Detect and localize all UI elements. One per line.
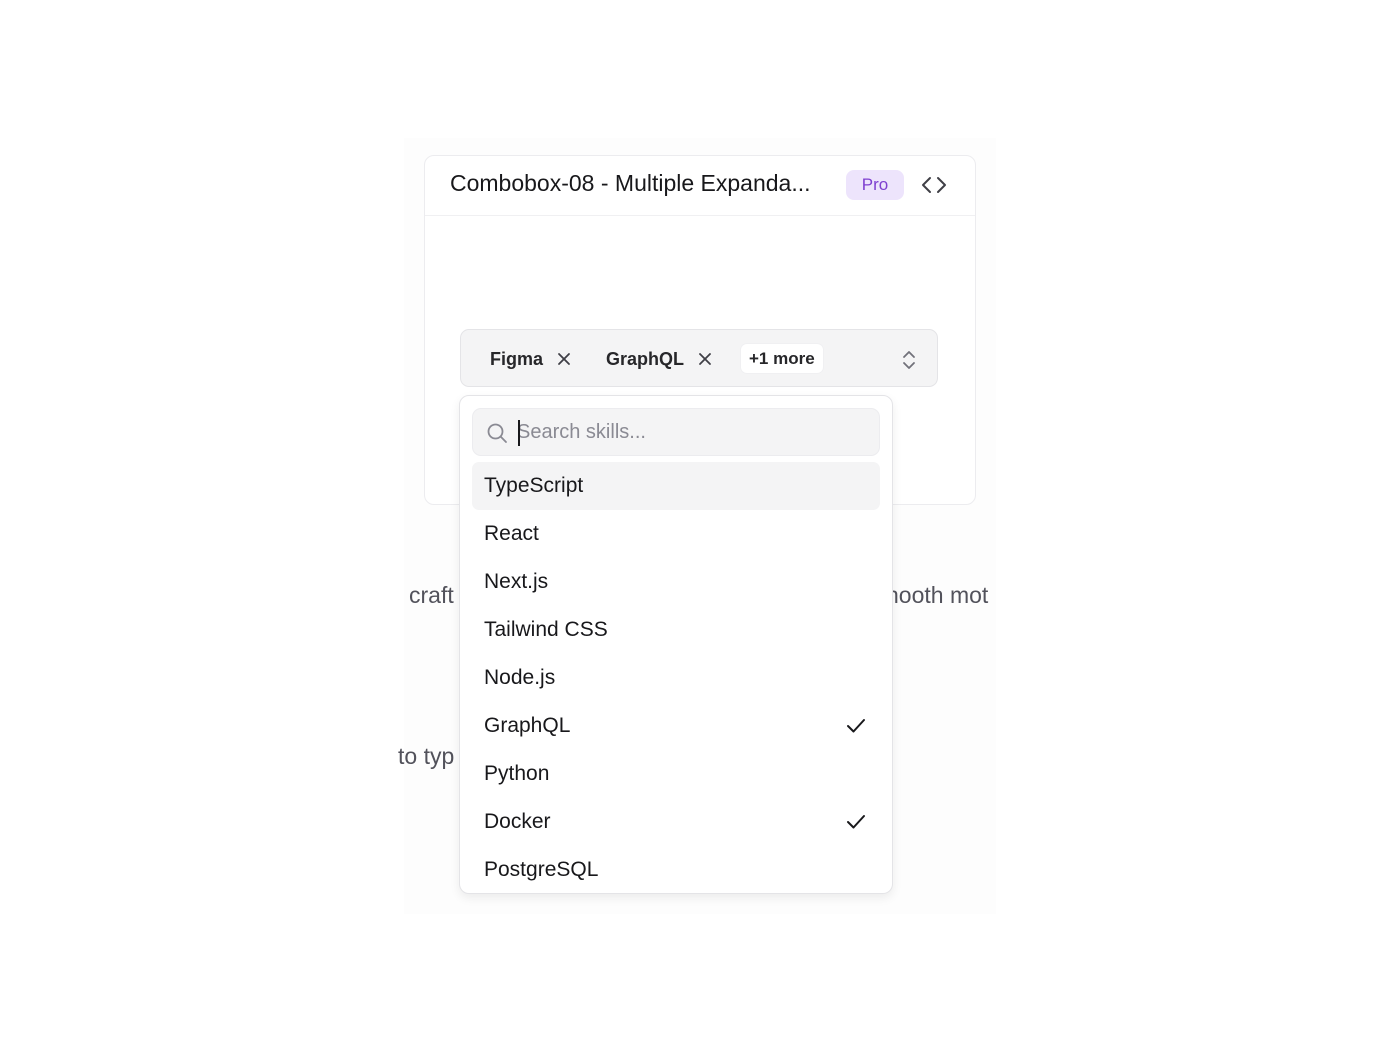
chevron-up-down-icon <box>903 351 915 369</box>
text-caret <box>518 420 520 446</box>
option-label: PostgreSQL <box>484 858 599 881</box>
skills-dropdown: TypeScript React Next.js Tailwind CSS No… <box>459 395 893 894</box>
skills-combobox-trigger[interactable]: Figma GraphQL +1 more <box>460 329 938 387</box>
option-nextjs[interactable]: Next.js <box>472 558 880 606</box>
option-tailwind-css[interactable]: Tailwind CSS <box>472 606 880 654</box>
search-input[interactable] <box>517 417 867 447</box>
search-icon <box>487 423 507 443</box>
chip-label: Figma <box>490 348 544 369</box>
selected-chip-figma: Figma <box>490 344 571 374</box>
option-react[interactable]: React <box>472 510 880 558</box>
remove-chip-close-icon[interactable] <box>557 352 571 366</box>
chip-label: GraphQL <box>606 348 685 369</box>
option-label: GraphQL <box>484 714 571 737</box>
option-label: React <box>484 522 539 545</box>
more-chips-button[interactable]: +1 more <box>741 344 823 373</box>
option-label: Python <box>484 762 550 785</box>
selected-chip-graphql: GraphQL <box>606 344 712 374</box>
option-nodejs[interactable]: Node.js <box>472 654 880 702</box>
background-text-craft: craft <box>409 582 454 608</box>
option-python[interactable]: Python <box>472 750 880 798</box>
option-typescript[interactable]: TypeScript <box>472 462 880 510</box>
option-label: TypeScript <box>484 474 584 497</box>
background-text-type: to typ <box>398 743 455 769</box>
option-label: Tailwind CSS <box>484 618 608 641</box>
search-box <box>472 408 880 456</box>
card-header: Combobox-08 - Multiple Expanda... Pro <box>425 156 975 216</box>
remove-chip-close-icon[interactable] <box>698 352 712 366</box>
option-docker[interactable]: Docker <box>472 798 880 846</box>
option-label: Node.js <box>484 666 556 689</box>
code-icon[interactable] <box>921 174 947 196</box>
background-text-smooth: nooth mot <box>886 582 989 608</box>
option-label: Next.js <box>484 570 549 593</box>
option-postgresql[interactable]: PostgreSQL <box>472 846 880 894</box>
check-icon <box>847 815 865 829</box>
check-icon <box>847 719 865 733</box>
pro-badge: Pro <box>846 170 904 200</box>
card-title: Combobox-08 - Multiple Expanda... <box>450 170 811 196</box>
option-label: Docker <box>484 810 551 833</box>
option-graphql[interactable]: GraphQL <box>472 702 880 750</box>
